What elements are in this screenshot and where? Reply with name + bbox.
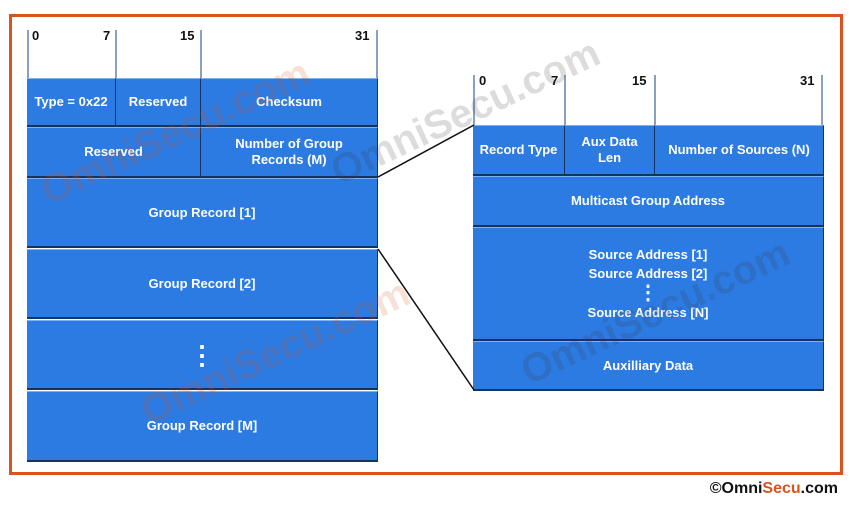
connector-line [377,124,475,178]
brand-com: .com [800,480,838,497]
connector-lines [377,124,475,391]
connector-line [377,248,475,391]
copyright: ©OmniSecu.com [710,480,838,498]
copyright-symbol: © [709,480,722,497]
brand-omni: Omni [721,480,763,497]
brand-secu: Secu [762,480,801,497]
